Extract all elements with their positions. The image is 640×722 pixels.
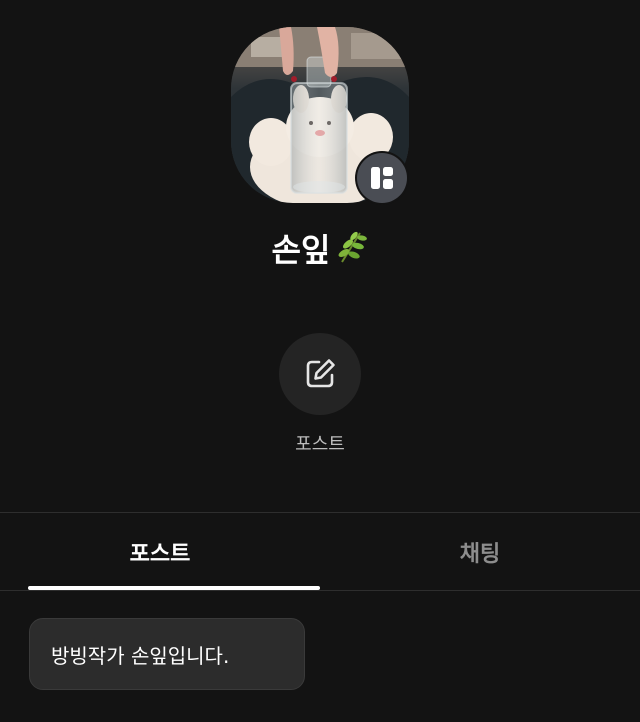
post-action-button[interactable] [279,333,361,415]
tabs-divider-bottom [0,590,640,591]
profile-page: 손잎 포스트 포스트 채팅 방빙작가 손잎입니다. [0,0,640,722]
tab-chat[interactable]: 채팅 [320,513,640,591]
leaf-emoji-icon [332,229,368,276]
channel-badge[interactable] [355,151,409,205]
post-text: 방빙작가 손잎입니다. [51,643,230,668]
tab-posts[interactable]: 포스트 [0,513,320,591]
channel-grid-icon [357,153,407,203]
post-action[interactable]: 포스트 [279,333,361,457]
profile-name: 손잎 [0,228,640,276]
post-action-label: 포스트 [295,434,345,455]
post-bubble[interactable]: 방빙작가 손잎입니다. [29,618,305,690]
edit-icon [306,359,335,388]
profile-name-text: 손잎 [271,231,331,269]
active-tab-indicator [28,586,320,590]
tab-bar: 포스트 채팅 [0,513,640,591]
profile-avatar-wrapper [231,27,409,205]
